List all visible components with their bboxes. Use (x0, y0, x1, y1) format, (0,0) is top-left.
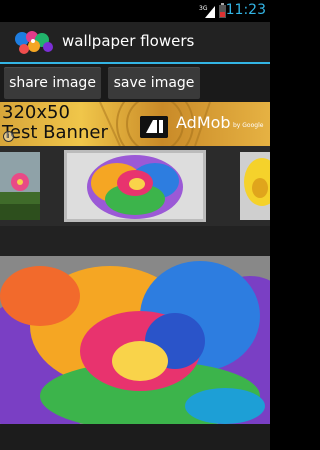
admob-brand: AdMob (176, 113, 231, 132)
signal-icon: 3G (199, 5, 215, 18)
share-image-button[interactable]: share image (4, 67, 101, 99)
flowers-app-icon[interactable] (12, 27, 56, 57)
thumbnail-item[interactable] (0, 152, 40, 220)
ad-banner[interactable]: 320x50 Test Banner AdMob by Google (0, 102, 270, 146)
pink-flower-thumb (0, 152, 40, 220)
action-bar: wallpaper flowers (0, 22, 270, 64)
app-title: wallpaper flowers (62, 32, 195, 50)
ad-text-line2: Test Banner (2, 122, 108, 143)
info-icon[interactable]: i (3, 131, 14, 142)
ad-text-line1: 320x50 (2, 102, 70, 123)
admob-sub: by Google (233, 122, 264, 129)
thumbnail-item[interactable] (240, 152, 270, 220)
status-bar: 3G 11:23 (0, 0, 270, 22)
main-wallpaper-image[interactable] (0, 256, 270, 424)
thumbnail-item-selected[interactable] (64, 150, 206, 222)
yellow-flower-thumb (240, 152, 270, 220)
button-bar: share image save image (0, 64, 270, 102)
status-time: 11:23 (225, 2, 266, 18)
rainbow-rose-thumb (67, 153, 203, 219)
save-image-button[interactable]: save image (108, 67, 200, 99)
network-label: 3G (199, 5, 208, 12)
spacer (0, 226, 270, 256)
ad-text: 320x50 Test Banner (2, 103, 108, 143)
thumbnail-gallery[interactable] (0, 146, 270, 226)
admob-logo-icon (140, 116, 168, 138)
bottom-bar (0, 424, 270, 450)
rainbow-rose-wallpaper (0, 256, 270, 424)
